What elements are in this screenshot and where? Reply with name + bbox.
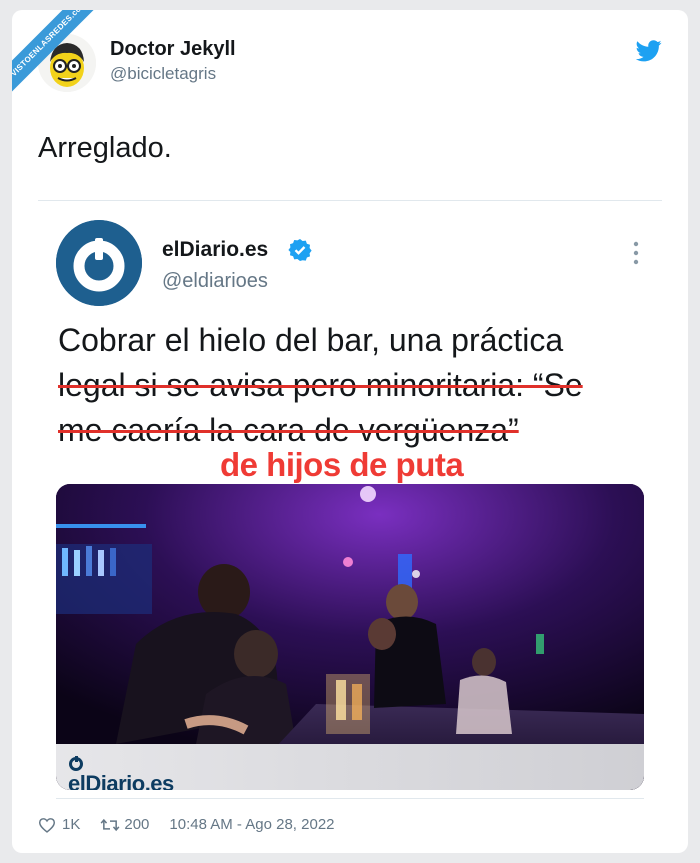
verified-badge-icon [288, 238, 312, 262]
photo-caption-bar: elDiario.es [56, 744, 644, 790]
embedded-headline: Cobrar el hielo del bar, una práctica le… [58, 318, 658, 453]
more-options-icon [632, 240, 640, 266]
headline-struck-line-2: legal si se avisa pero minoritaria: “Se [58, 367, 583, 403]
handwritten-overlay-text: de hijos de puta [220, 446, 464, 483]
photo-logo-text: elDiario.es [68, 771, 174, 790]
eldiario-avatar [56, 220, 142, 306]
headline-line-1: Cobrar el hielo del bar, una práctica [58, 322, 564, 358]
tweet-footer: 1K 200 10:48 AM - Ago 28, 2022 [38, 816, 335, 833]
author-handle[interactable]: @bicicletagris [110, 64, 216, 84]
tweet-timestamp[interactable]: 10:48 AM - Ago 28, 2022 [169, 816, 334, 833]
like-count: 1K [62, 816, 81, 833]
tweet-card: VISTOENLASREDES.com Doctor Jekyll @bicic… [12, 10, 688, 853]
divider [38, 200, 662, 201]
embed-divider [56, 798, 644, 799]
author-name[interactable]: Doctor Jekyll [110, 38, 236, 61]
tweet-text: Arreglado. [38, 132, 172, 164]
retweet-count: 200 [124, 816, 150, 833]
headline-struck-line-3: me caería la cara de vergüenza” [58, 412, 519, 448]
retweet-icon[interactable] [100, 817, 120, 833]
twitter-bird-icon[interactable] [635, 40, 662, 62]
bar-photo: elDiario.es [56, 484, 644, 790]
heart-icon[interactable] [38, 817, 56, 833]
embedded-author-name: elDiario.es [162, 238, 269, 261]
eldiario-logo: elDiario.es [68, 755, 174, 790]
embedded-author-handle: @eldiarioes [162, 270, 268, 292]
embedded-tweet-screenshot[interactable]: elDiario.es @eldiarioes Cobrar el hielo … [38, 202, 662, 802]
